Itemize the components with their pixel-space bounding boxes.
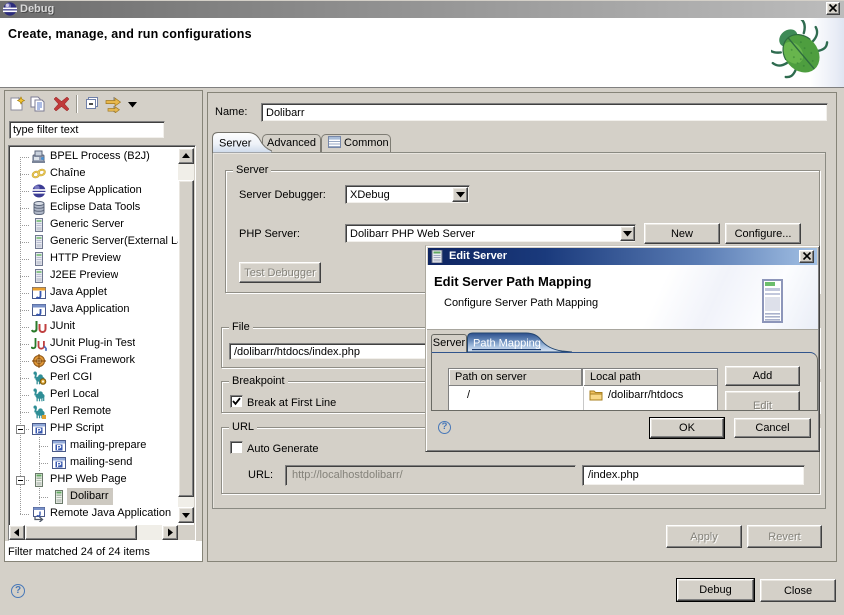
svg-text:P: P	[56, 443, 61, 452]
svg-text:P: P	[36, 426, 41, 435]
svg-text:Path Mapping: Path Mapping	[473, 338, 541, 350]
svg-text:Server: Server	[219, 138, 252, 150]
svg-text:P: P	[56, 460, 61, 469]
